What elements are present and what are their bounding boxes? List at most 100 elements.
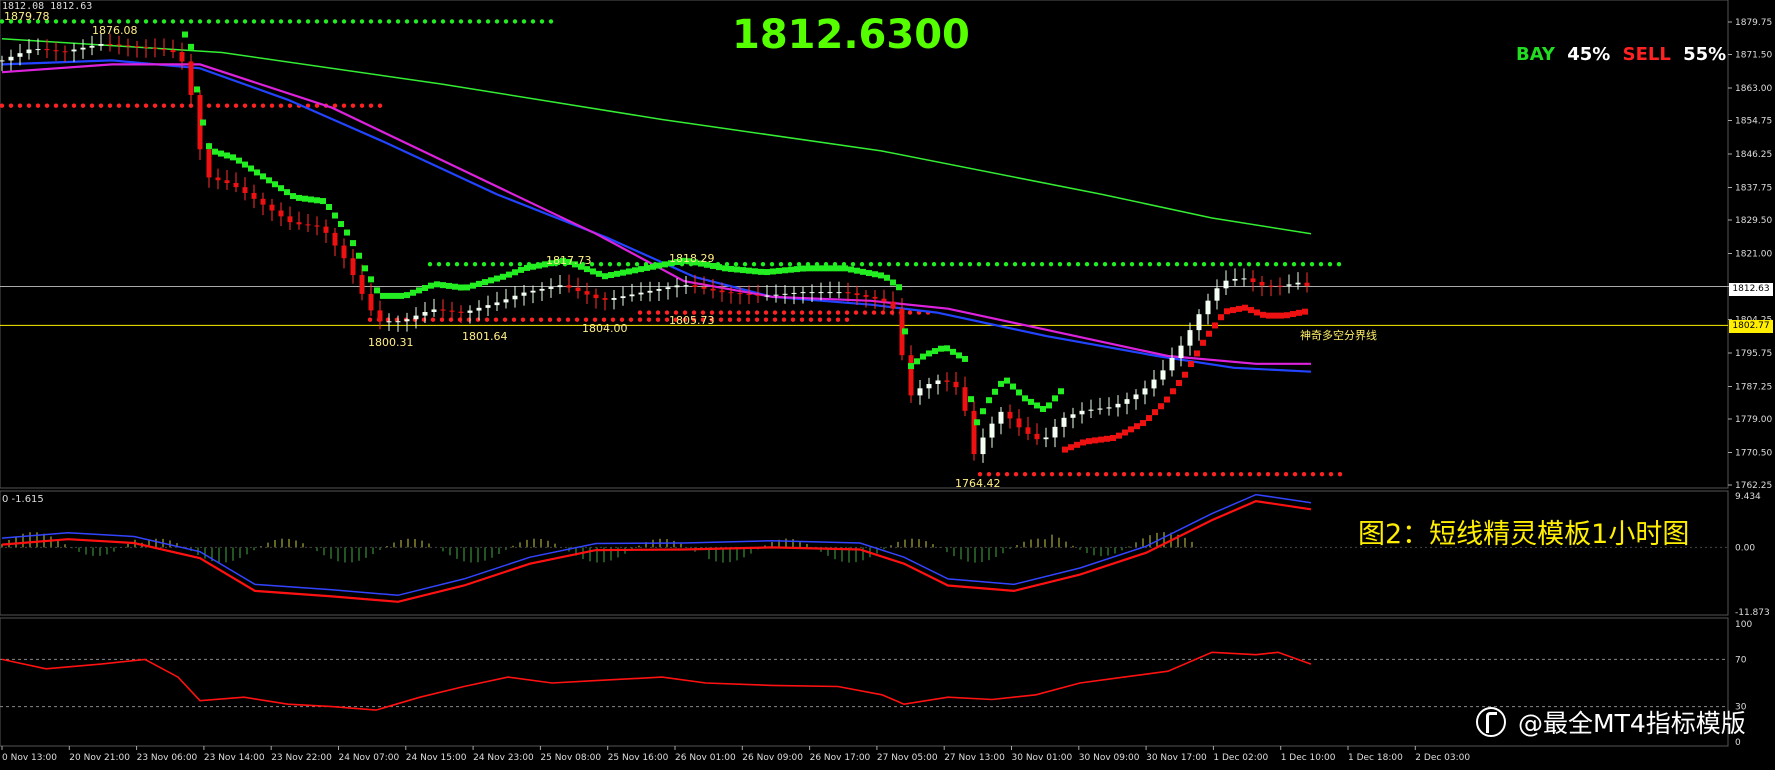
price-tick-label: 1795.75	[1735, 349, 1772, 359]
level-dot	[404, 19, 410, 24]
candle-body	[413, 315, 419, 320]
level-dot	[89, 19, 95, 24]
level-dot	[967, 261, 973, 267]
ribbon-green-step	[938, 345, 944, 352]
level-dot	[170, 19, 176, 24]
candle-body	[548, 287, 554, 289]
candle-body	[1304, 282, 1310, 286]
level-dot	[799, 317, 805, 322]
macd-tick-label: 0.00	[1735, 543, 1755, 553]
ribbon-green-step	[404, 292, 410, 299]
level-dot	[1183, 261, 1189, 267]
level-dot	[1292, 471, 1298, 477]
candle-body	[1088, 409, 1094, 411]
time-label: 20 Nov 21:00	[69, 753, 130, 763]
level-dot	[197, 19, 203, 24]
ribbon-red-step	[1278, 312, 1284, 319]
level-dot	[1039, 261, 1045, 267]
price-tick-label: 1871.50	[1735, 51, 1772, 61]
level-dot	[1309, 261, 1315, 267]
ribbon-red-step	[1128, 426, 1134, 433]
ribbon-green-step	[260, 173, 266, 180]
candle-body	[845, 292, 851, 294]
ribbon-green-step	[332, 212, 338, 219]
ribbon-green-step	[536, 262, 542, 269]
level-dot	[895, 261, 901, 267]
candle-body	[1277, 285, 1283, 287]
candle-body	[746, 293, 752, 295]
level-dot	[913, 261, 919, 267]
ribbon-green-step	[500, 273, 506, 280]
ribbon-red-step	[1242, 304, 1248, 311]
level-dot	[844, 310, 850, 315]
candle-body	[800, 292, 806, 294]
ribbon-green-step	[272, 181, 278, 188]
ribbon-green-step	[200, 119, 206, 126]
candle-body	[1007, 411, 1013, 419]
ribbon-red-step	[1194, 350, 1200, 357]
ribbon-green-step	[932, 348, 938, 355]
level-dot	[754, 310, 760, 315]
candle-body	[494, 302, 500, 306]
level-dot	[269, 103, 275, 108]
ribbon-green-step	[608, 272, 614, 279]
candle-body	[1106, 407, 1112, 409]
ribbon-green-step	[344, 229, 350, 236]
level-dot	[751, 261, 757, 267]
ribbon-red-step	[1254, 309, 1260, 316]
candle-body	[575, 287, 581, 292]
ribbon-green-step	[854, 267, 860, 274]
level-dot	[769, 261, 775, 267]
time-label: 1 Dec 02:00	[1213, 753, 1268, 763]
level-dot	[1022, 471, 1028, 477]
ribbon-green-step	[1058, 388, 1064, 395]
level-dot	[1264, 261, 1270, 267]
level-dot	[850, 261, 856, 267]
level-dot	[826, 317, 832, 322]
level-dot	[862, 310, 868, 315]
level-dot	[170, 103, 176, 108]
level-dot	[107, 103, 113, 108]
candle-body	[1025, 427, 1031, 434]
ribbon-green-step	[626, 268, 632, 275]
level-dot	[439, 317, 445, 322]
ribbon-green-step	[302, 195, 308, 202]
ribbon-red-step	[1098, 436, 1104, 443]
level-dot	[233, 19, 239, 24]
ribbon-green-step	[656, 262, 662, 269]
candle-body	[134, 46, 140, 48]
candle-body	[1151, 379, 1157, 389]
level-dot	[125, 19, 131, 24]
candle-body	[863, 295, 869, 297]
ribbon-red-step	[1176, 379, 1182, 386]
ribbon-green-step	[254, 169, 260, 176]
candle-body	[836, 292, 842, 294]
candle-body	[1268, 285, 1274, 287]
level-dot	[260, 103, 266, 108]
candle-body	[251, 192, 257, 199]
level-dot	[718, 317, 724, 322]
level-dot	[1291, 261, 1297, 267]
candle-body	[881, 298, 887, 302]
ribbon-green-step	[362, 265, 368, 272]
level-dot	[1256, 471, 1262, 477]
level-dot	[80, 19, 86, 24]
ribbon-green-step	[1016, 389, 1022, 396]
level-dot	[1004, 471, 1010, 477]
level-dot	[323, 19, 329, 24]
candle-body	[980, 437, 986, 455]
level-dot	[161, 19, 167, 24]
level-dot	[826, 310, 832, 315]
candle-body	[809, 292, 815, 294]
level-dot	[35, 103, 41, 108]
level-dot	[808, 317, 814, 322]
ribbon-red-step	[1074, 441, 1080, 448]
candle-body	[854, 293, 860, 296]
level-dot	[1237, 261, 1243, 267]
price-tick-label: 1829.50	[1735, 216, 1772, 226]
candle-body	[62, 51, 68, 53]
macd-panel-frame	[0, 490, 1729, 616]
level-dot	[1148, 471, 1154, 477]
watermark-text: @最全MT4指标模版	[1518, 709, 1746, 738]
ribbon-green-step	[632, 267, 638, 274]
